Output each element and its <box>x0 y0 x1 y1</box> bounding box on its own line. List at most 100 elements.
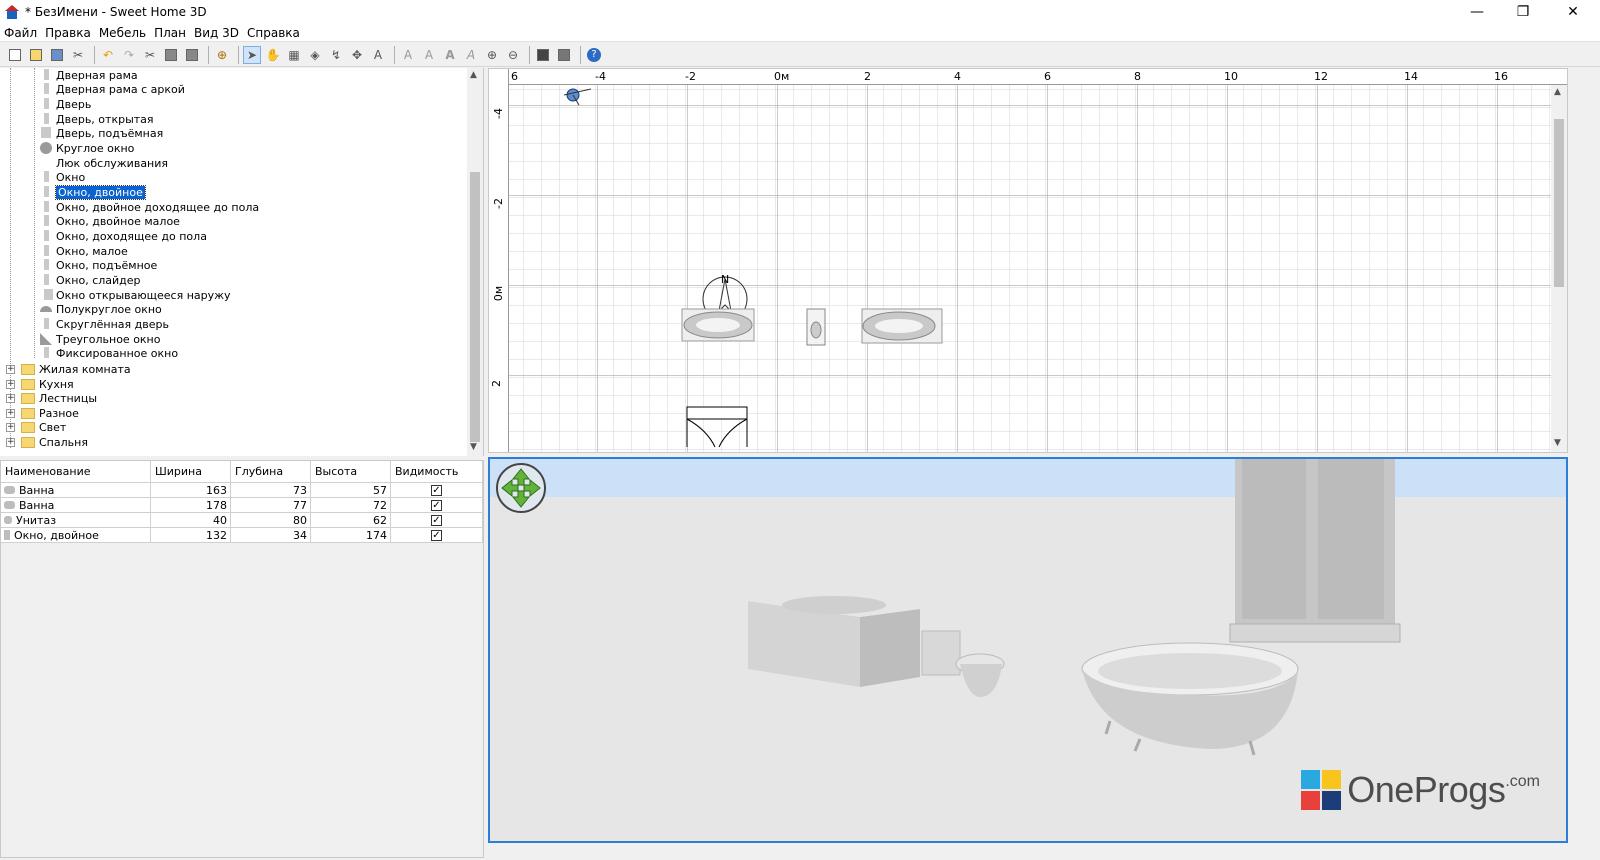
column-header-depth[interactable]: Глубина <box>231 461 311 482</box>
scroll-up-icon[interactable]: ▲ <box>470 70 477 80</box>
menu-furniture[interactable]: Мебель <box>99 26 146 40</box>
redo-icon[interactable]: ↷ <box>120 46 138 64</box>
catalog-item[interactable]: Дверная рама с аркой <box>40 82 185 97</box>
catalog-item[interactable]: Скруглённая дверь <box>40 317 169 332</box>
new-icon[interactable] <box>6 46 24 64</box>
catalog-item[interactable]: Люк обслуживания <box>40 156 168 171</box>
increase-text-icon[interactable]: A <box>399 46 417 64</box>
italic-icon[interactable]: A <box>462 46 480 64</box>
catalog-item[interactable]: Окно <box>40 170 85 185</box>
toolbar-separator <box>394 45 395 64</box>
catalog-item[interactable]: Полукруглое окно <box>40 302 162 317</box>
expand-icon[interactable]: + <box>6 380 15 389</box>
photo-icon[interactable] <box>534 46 552 64</box>
create-dimensions-icon[interactable]: ✥ <box>348 46 366 64</box>
catalog-item[interactable]: Круглое окно <box>40 141 134 156</box>
scroll-down-icon[interactable]: ▼ <box>1554 438 1561 448</box>
copy-icon[interactable] <box>162 46 180 64</box>
cut-icon[interactable]: ✂ <box>141 46 159 64</box>
close-button[interactable]: ✕ <box>1550 0 1596 24</box>
catalog-category[interactable]: + Разное <box>0 406 79 421</box>
catalog-item[interactable]: Треугольное окно <box>40 332 160 347</box>
catalog-item-label: Окно, двойное доходящее до пола <box>56 201 260 214</box>
bold-icon[interactable]: A <box>441 46 459 64</box>
catalog-item[interactable]: Окно, двойное малое <box>40 214 180 229</box>
catalog-item[interactable]: Дверь <box>40 97 91 112</box>
scroll-thumb[interactable] <box>1554 119 1564 287</box>
scroll-thumb[interactable] <box>470 172 480 442</box>
visibility-checkbox[interactable]: ✓ <box>431 514 442 526</box>
minimize-button[interactable]: — <box>1454 0 1500 24</box>
column-header-visibility[interactable]: Видимость <box>391 461 483 482</box>
title-bar: * БезИмени - Sweet Home 3D — ❐ ✕ <box>0 0 1600 24</box>
table-row[interactable]: Унитаз 40 80 62 ✓ <box>1 513 483 528</box>
visibility-checkbox[interactable]: ✓ <box>431 484 442 496</box>
catalog-category[interactable]: + Кухня <box>0 377 74 392</box>
menu-edit[interactable]: Правка <box>45 26 91 40</box>
save-icon[interactable] <box>48 46 66 64</box>
catalog-category[interactable]: + Жилая комната <box>0 362 131 377</box>
zoom-out-icon[interactable]: ⊖ <box>504 46 522 64</box>
catalog-item[interactable]: Дверная рама <box>40 68 138 83</box>
catalog-item[interactable]: Окно, малое <box>40 244 128 259</box>
expand-icon[interactable]: + <box>6 409 15 418</box>
pan-icon[interactable]: ✋ <box>264 46 282 64</box>
plan-grid[interactable]: N <box>509 85 1551 453</box>
expand-icon[interactable]: + <box>6 423 15 432</box>
menu-plan[interactable]: План <box>154 26 186 40</box>
catalog-item-selected[interactable]: Окно, двойное <box>40 185 146 200</box>
paste-icon[interactable] <box>183 46 201 64</box>
plan-bathtub[interactable] <box>681 308 755 342</box>
catalog-category[interactable]: + Свет <box>0 420 66 435</box>
visibility-checkbox[interactable]: ✓ <box>431 499 442 511</box>
scroll-up-icon[interactable]: ▲ <box>1554 87 1561 97</box>
expand-icon[interactable]: + <box>6 365 15 374</box>
scroll-down-icon[interactable]: ▼ <box>470 442 477 452</box>
plan-toilet[interactable] <box>806 308 826 346</box>
expand-icon[interactable]: + <box>6 394 15 403</box>
expand-icon[interactable]: + <box>6 438 15 447</box>
create-polylines-icon[interactable]: ↯ <box>327 46 345 64</box>
plan-scrollbar[interactable]: ▲ ▼ <box>1551 85 1567 452</box>
open-icon[interactable] <box>27 46 45 64</box>
catalog-item[interactable]: Дверь, подъёмная <box>40 126 163 141</box>
catalog-item[interactable]: Окно, двойное доходящее до пола <box>40 200 259 215</box>
catalog-item[interactable]: Окно открывающееся наружу <box>40 288 231 303</box>
add-furniture-icon[interactable]: ⊕ <box>213 46 231 64</box>
catalog-item[interactable]: Фиксированное окно <box>40 346 178 361</box>
help-icon[interactable]: ? <box>585 46 603 64</box>
menu-help[interactable]: Справка <box>247 26 300 40</box>
table-row[interactable]: Ванна 178 77 72 ✓ <box>1 498 483 513</box>
catalog-category[interactable]: + Спальня <box>0 435 88 450</box>
plan-bathtub[interactable] <box>861 308 943 344</box>
visibility-checkbox[interactable]: ✓ <box>431 529 442 541</box>
catalog-item[interactable]: Окно, подъёмное <box>40 258 157 273</box>
select-icon[interactable]: ➤ <box>243 45 261 64</box>
zoom-in-icon[interactable]: ⊕ <box>483 46 501 64</box>
catalog-item[interactable]: Дверь, открытая <box>40 112 154 127</box>
menu-bar: Файл Правка Мебель План Вид 3D Справка <box>0 24 1600 42</box>
menu-file[interactable]: Файл <box>4 26 37 40</box>
restore-button[interactable]: ❐ <box>1500 0 1546 24</box>
view-3d[interactable]: OneProgs .com <box>488 457 1568 843</box>
table-row[interactable]: Ванна 163 73 57 ✓ <box>1 483 483 498</box>
column-header-name[interactable]: Наименование <box>1 461 151 482</box>
create-rooms-icon[interactable]: ◈ <box>306 46 324 64</box>
plan-view[interactable]: 6 -4 -2 0м 2 4 6 8 10 12 14 16 -4 -2 0м … <box>488 68 1568 453</box>
furniture-catalog-tree: Дверная рама Дверная рама с аркой Дверь … <box>0 68 484 456</box>
undo-icon[interactable]: ↶ <box>99 46 117 64</box>
catalog-scrollbar[interactable]: ▲ ▼ <box>467 68 483 456</box>
create-walls-icon[interactable]: ▦ <box>285 46 303 64</box>
catalog-category[interactable]: + Лестницы <box>0 391 97 406</box>
decrease-text-icon[interactable]: A <box>420 46 438 64</box>
menu-view3d[interactable]: Вид 3D <box>194 26 239 40</box>
folder-icon <box>21 393 35 404</box>
catalog-item[interactable]: Окно, слайдер <box>40 273 141 288</box>
preferences-icon[interactable]: ✂ <box>69 46 87 64</box>
table-row[interactable]: Окно, двойное 132 34 174 ✓ <box>1 528 483 543</box>
catalog-item[interactable]: Окно, доходящее до пола <box>40 229 207 244</box>
column-header-height[interactable]: Высота <box>311 461 391 482</box>
column-header-width[interactable]: Ширина <box>151 461 231 482</box>
add-text-icon[interactable]: A <box>369 46 387 64</box>
video-icon[interactable] <box>555 46 573 64</box>
